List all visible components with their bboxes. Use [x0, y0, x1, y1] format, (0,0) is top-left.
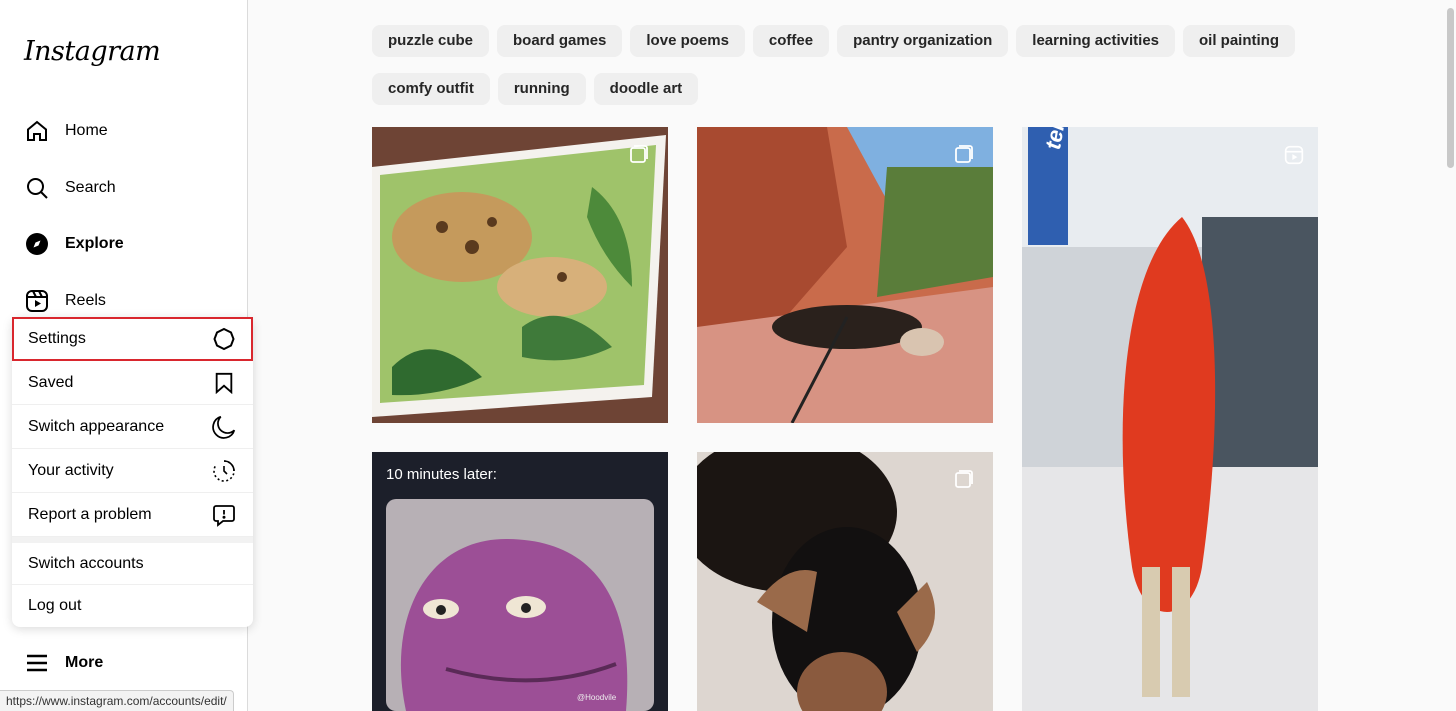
chip-oil-painting[interactable]: oil painting	[1183, 25, 1296, 57]
hair-styling-image	[697, 452, 993, 711]
menu-log-out-label: Log out	[28, 597, 82, 614]
scrollbar[interactable]	[1447, 8, 1454, 168]
menu-saved-label: Saved	[28, 373, 74, 391]
meme-dinosaur-image	[386, 499, 654, 711]
serval-painting-image	[372, 127, 668, 423]
menu-switch-appearance[interactable]: Switch appearance	[12, 405, 253, 449]
nav-reels-label: Reels	[65, 292, 106, 309]
nav-home[interactable]: Home	[24, 117, 108, 145]
more-menu: Settings Saved Switch appearance Your ac…	[12, 317, 253, 627]
activity-icon	[211, 458, 237, 484]
post-mall-reel[interactable]: telcel	[1022, 127, 1318, 711]
nav-explore[interactable]: Explore	[24, 230, 124, 258]
post-hair-styling[interactable]	[697, 452, 993, 711]
chip-love-poems[interactable]: love poems	[630, 25, 745, 57]
chip-learning-activities[interactable]: learning activities	[1016, 25, 1176, 57]
menu-settings-label: Settings	[28, 329, 86, 347]
menu-switch-accounts[interactable]: Switch accounts	[12, 543, 253, 585]
menu-saved[interactable]: Saved	[12, 361, 253, 405]
nav-more[interactable]: More	[24, 649, 103, 677]
gear-icon	[211, 326, 237, 352]
search-icon	[24, 175, 50, 201]
menu-switch-accounts-label: Switch accounts	[28, 554, 144, 572]
nav-reels[interactable]: Reels	[24, 287, 106, 315]
carousel-icon	[630, 145, 648, 163]
menu-settings[interactable]: Settings	[12, 317, 253, 361]
chip-comfy-outfit[interactable]: comfy outfit	[372, 73, 490, 105]
report-icon	[211, 502, 237, 528]
topic-chips: puzzle cube board games love poems coffee pa…	[372, 25, 1332, 121]
ferret-canyon-image	[697, 127, 993, 423]
meme-caption: 10 minutes later:	[386, 466, 497, 483]
chip-puzzle-cube[interactable]: puzzle cube	[372, 25, 490, 57]
status-bar-url: https://www.instagram.com/accounts/edit/	[0, 690, 234, 711]
menu-switch-appearance-label: Switch appearance	[28, 417, 165, 435]
bookmark-icon	[211, 370, 237, 396]
chip-running[interactable]: running	[497, 73, 586, 105]
chip-board-games[interactable]: board games	[497, 25, 623, 57]
reels-icon	[24, 288, 50, 314]
menu-your-activity-label: Your activity	[28, 461, 114, 479]
meme-watermark: @Hoodvile	[577, 693, 617, 702]
post-serval-painting[interactable]	[372, 127, 668, 423]
hamburger-icon	[24, 650, 50, 676]
chip-coffee[interactable]: coffee	[752, 25, 830, 57]
chip-pantry-organization[interactable]: pantry organization	[837, 25, 1009, 57]
mall-reel-image	[1022, 127, 1318, 711]
post-ferret-canyon[interactable]	[697, 127, 993, 423]
carousel-icon	[955, 470, 973, 488]
home-icon	[24, 118, 50, 144]
post-meme[interactable]: 10 minutes later: @Hoodvile	[372, 452, 668, 711]
menu-report-problem[interactable]: Report a problem	[12, 493, 253, 537]
chip-doodle-art[interactable]: doodle art	[593, 73, 699, 105]
menu-report-problem-label: Report a problem	[28, 505, 152, 523]
menu-your-activity[interactable]: Your activity	[12, 449, 253, 493]
menu-log-out[interactable]: Log out	[12, 585, 253, 627]
reel-icon	[1284, 145, 1304, 165]
nav-explore-label: Explore	[65, 235, 124, 252]
carousel-icon	[955, 145, 973, 163]
nav-search[interactable]: Search	[24, 174, 116, 202]
instagram-logo[interactable]: Instagram	[24, 36, 161, 67]
nav-more-label: More	[65, 654, 104, 671]
nav-home-label: Home	[65, 122, 108, 139]
compass-icon	[24, 231, 50, 257]
moon-icon	[211, 414, 237, 440]
nav-search-label: Search	[65, 179, 116, 196]
